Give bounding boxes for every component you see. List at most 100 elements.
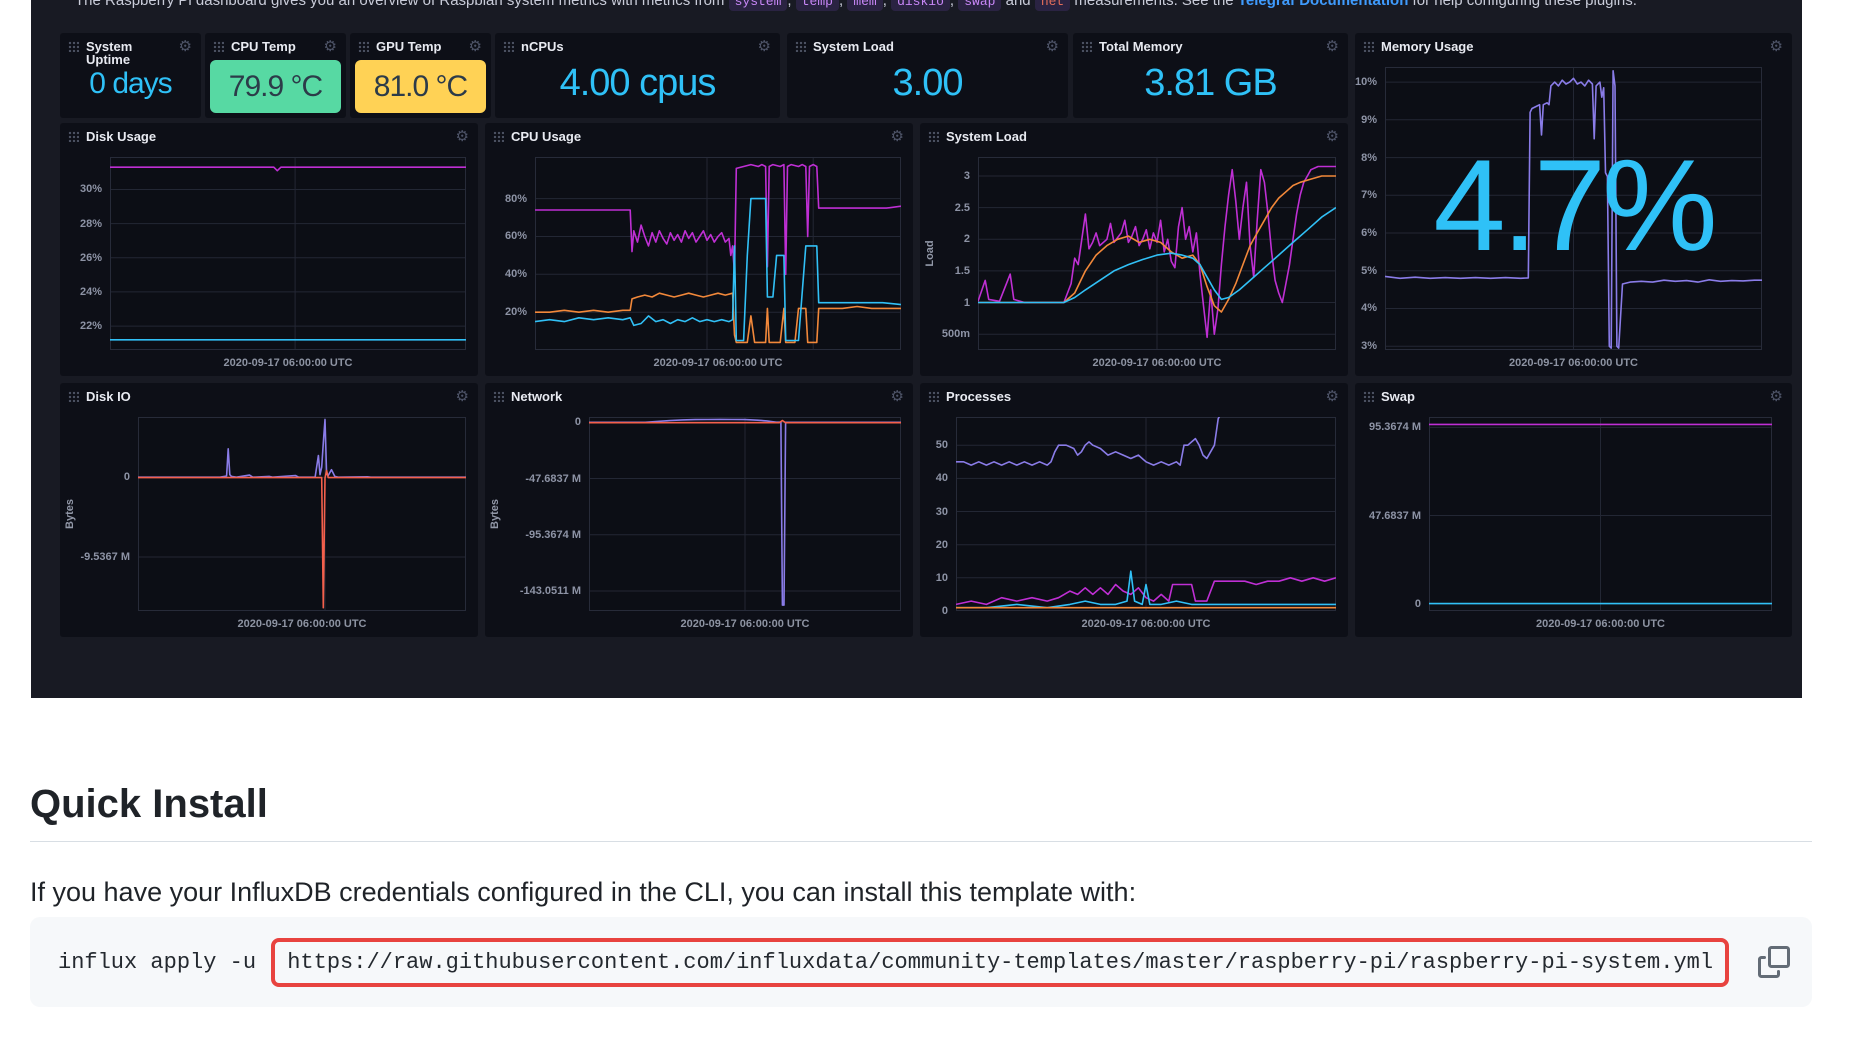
gear-icon[interactable]: ⚙ bbox=[891, 390, 904, 403]
drag-handle-icon[interactable] bbox=[503, 41, 514, 52]
gear-icon[interactable]: ⚙ bbox=[456, 130, 469, 143]
panel-header: Memory Usage ⚙ bbox=[1355, 33, 1792, 59]
stat-value: 3.81 GB bbox=[1077, 53, 1344, 114]
panel-disk-usage: Disk Usage⚙30%28%26%24%22%2020-09-17 06:… bbox=[60, 123, 478, 376]
panel-cpu-temp: CPU Temp⚙79.9 °C bbox=[205, 33, 346, 118]
panel-memory-usage: Memory Usage⚙10%9%8%7%6%5%4%3%2020-09-17… bbox=[1355, 33, 1792, 376]
code-block: influx apply -u https://raw.githubuserco… bbox=[30, 917, 1812, 1007]
y-tick-label: 26% bbox=[60, 251, 102, 265]
y-tick-label: 2.5 bbox=[936, 201, 970, 215]
gear-icon[interactable]: ⚙ bbox=[758, 40, 771, 53]
y-tick-label: -47.6837 M bbox=[501, 472, 581, 486]
panel-header: GPU Temp ⚙ bbox=[350, 33, 491, 59]
panel-total-memory: Total Memory⚙3.81 GB bbox=[1073, 33, 1348, 118]
y-tick-label: 3 bbox=[936, 169, 970, 183]
drag-handle-icon[interactable] bbox=[358, 41, 369, 52]
series-root-used bbox=[110, 167, 466, 171]
y-tick-label: 10 bbox=[920, 571, 948, 585]
x-axis-date-label: 2020-09-17 06:00:00 UTC bbox=[956, 618, 1336, 630]
panel-header: Disk Usage⚙ bbox=[60, 123, 478, 149]
panel-ncpus: nCPUs⚙4.00 cpus bbox=[495, 33, 780, 118]
drag-handle-icon[interactable] bbox=[795, 41, 806, 52]
copy-button[interactable] bbox=[1756, 944, 1792, 980]
gear-icon[interactable]: ⚙ bbox=[1770, 40, 1783, 53]
panel-title: Swap bbox=[1381, 390, 1415, 403]
gear-icon[interactable]: ⚙ bbox=[469, 40, 482, 53]
y-tick-label: 47.6837 M bbox=[1355, 509, 1421, 523]
drag-handle-icon[interactable] bbox=[68, 41, 79, 52]
y-tick-label: 28% bbox=[60, 217, 102, 231]
gear-icon[interactable]: ⚙ bbox=[1770, 390, 1783, 403]
gear-icon[interactable]: ⚙ bbox=[456, 390, 469, 403]
gear-icon[interactable]: ⚙ bbox=[1326, 390, 1339, 403]
chart-plot bbox=[535, 157, 901, 350]
note-middle: measurements. See the bbox=[1070, 0, 1238, 9]
note-chip-swap: swap bbox=[958, 0, 1001, 11]
drag-handle-icon[interactable] bbox=[928, 131, 939, 142]
gear-icon[interactable]: ⚙ bbox=[1326, 130, 1339, 143]
y-axis-label: Load bbox=[924, 157, 936, 350]
panel-system-load: System Load⚙32.521.51500mLoad2020-09-17 … bbox=[920, 123, 1348, 376]
chart-plot bbox=[589, 417, 901, 611]
y-axis-label: Bytes bbox=[64, 417, 76, 611]
note-prefix: The Raspberry Pi dashboard gives you an … bbox=[75, 0, 724, 9]
y-tick-label: 3% bbox=[1355, 339, 1377, 353]
chart-plot bbox=[956, 417, 1336, 611]
drag-handle-icon[interactable] bbox=[493, 391, 504, 402]
note-chips: system, temp, mem, diskio, swap and net bbox=[724, 0, 1070, 9]
drag-handle-icon[interactable] bbox=[1081, 41, 1092, 52]
y-tick-label: 9% bbox=[1355, 113, 1377, 127]
drag-handle-icon[interactable] bbox=[928, 391, 939, 402]
gear-icon[interactable]: ⚙ bbox=[179, 40, 192, 53]
note-chip-diskio: diskio bbox=[891, 0, 950, 11]
y-tick-label: 6% bbox=[1355, 226, 1377, 240]
y-tick-label: 40 bbox=[920, 471, 948, 485]
drag-handle-icon[interactable] bbox=[68, 131, 79, 142]
panel-system-load-stat: System Load⚙3.00 bbox=[787, 33, 1068, 118]
y-tick-label: -95.3674 M bbox=[501, 528, 581, 542]
panel-system-uptime: System Uptime⚙0 days bbox=[60, 33, 201, 118]
y-tick-label: 24% bbox=[60, 285, 102, 299]
gear-icon[interactable]: ⚙ bbox=[891, 130, 904, 143]
y-tick-label: 95.3674 M bbox=[1355, 420, 1421, 434]
telegraf-documentation-link[interactable]: Telegraf Documentation bbox=[1238, 0, 1409, 9]
drag-handle-icon[interactable] bbox=[493, 131, 504, 142]
panel-title: GPU Temp bbox=[376, 40, 442, 53]
intro-paragraph: If you have your InfluxDB credentials co… bbox=[30, 872, 1812, 912]
series-write-bytes bbox=[138, 471, 466, 608]
y-tick-label: 10% bbox=[1355, 75, 1377, 89]
y-tick-label: 20% bbox=[485, 305, 527, 319]
y-tick-label: 20 bbox=[920, 538, 948, 552]
panel-swap: Swap⚙95.3674 M47.6837 M02020-09-17 06:00… bbox=[1355, 383, 1792, 637]
panel-title: Disk IO bbox=[86, 390, 131, 403]
chart-plot bbox=[138, 417, 466, 611]
stat-chip: 81.0 °C bbox=[355, 60, 486, 113]
drag-handle-icon[interactable] bbox=[1363, 41, 1374, 52]
stat-value: 4.00 cpus bbox=[499, 53, 776, 114]
y-tick-label: 8% bbox=[1355, 151, 1377, 165]
x-axis-date-label: 2020-09-17 06:00:00 UTC bbox=[589, 618, 901, 630]
note-chip-temp: temp bbox=[796, 0, 839, 11]
gear-icon[interactable]: ⚙ bbox=[324, 40, 337, 53]
gear-icon[interactable]: ⚙ bbox=[1326, 40, 1339, 53]
y-tick-label: 0 bbox=[76, 470, 130, 484]
code-prefix: influx apply -u bbox=[58, 950, 269, 975]
x-axis-date-label: 2020-09-17 06:00:00 UTC bbox=[1385, 357, 1762, 369]
drag-handle-icon[interactable] bbox=[213, 41, 224, 52]
stat-chip: 79.9 °C bbox=[210, 60, 341, 113]
note-chip-mem: mem bbox=[847, 0, 882, 11]
panel-gpu-temp: GPU Temp ⚙ 81.0 °C bbox=[350, 33, 491, 118]
stat-value: 3.00 bbox=[791, 53, 1064, 114]
x-axis-date-label: 2020-09-17 06:00:00 UTC bbox=[535, 357, 901, 369]
drag-handle-icon[interactable] bbox=[1363, 391, 1374, 402]
readme-page: The Raspberry Pi dashboard gives you an … bbox=[0, 0, 1864, 1044]
panel-processes: Processes⚙504030201002020-09-17 06:00:00… bbox=[920, 383, 1348, 637]
panel-header: Swap ⚙ bbox=[1355, 383, 1792, 409]
panel-header: System Load⚙ bbox=[920, 123, 1348, 149]
gear-icon[interactable]: ⚙ bbox=[1046, 40, 1059, 53]
drag-handle-icon[interactable] bbox=[68, 391, 79, 402]
y-tick-label: 60% bbox=[485, 229, 527, 243]
y-tick-label: 2 bbox=[936, 232, 970, 246]
panel-title: Memory Usage bbox=[1381, 40, 1473, 53]
panel-title: Processes bbox=[946, 390, 1011, 403]
